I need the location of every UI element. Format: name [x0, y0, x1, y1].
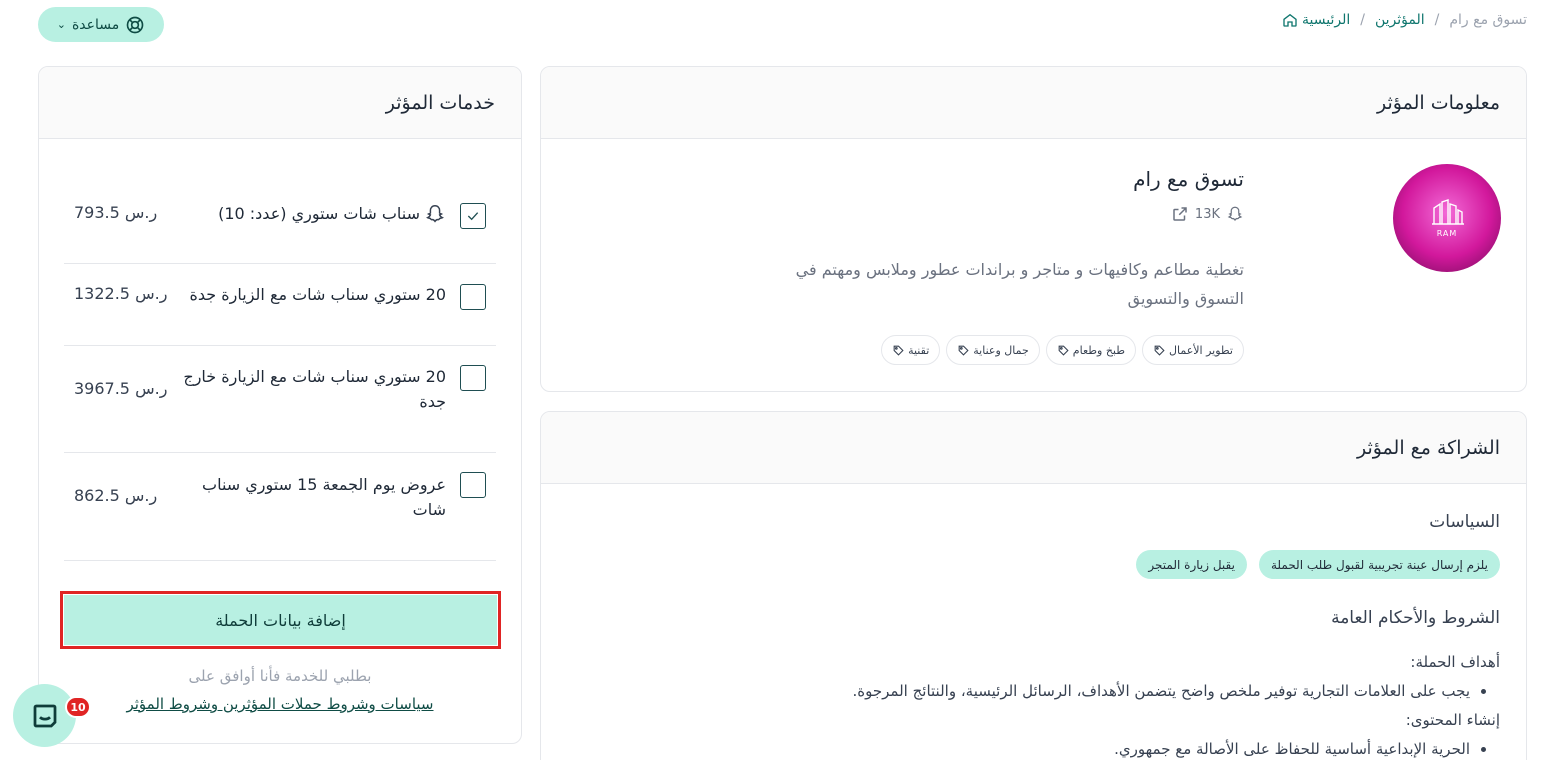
policies-title: السياسات — [1429, 512, 1500, 532]
avatar-logo-text: RAM — [1436, 229, 1458, 238]
tag-label: تطوير الأعمال — [1169, 343, 1233, 357]
breadcrumb-separator: / — [1360, 12, 1365, 28]
service-label: 20 ستوري سناب شات مع الزيارة خارج جدة — [171, 364, 446, 414]
service-checkbox[interactable] — [460, 284, 486, 310]
help-button[interactable]: مساعدة ⌄ — [38, 7, 164, 42]
external-link-icon[interactable] — [1171, 205, 1189, 223]
influencer-info-card: معلومات المؤثر RAM تسوق مع رام 13K تغطية… — [540, 66, 1527, 392]
tag-chip: تطوير الأعمال — [1142, 335, 1244, 365]
influencer-bio: تغطية مطاعم وكافيهات و متاجر و براندات ع… — [795, 260, 1244, 308]
service-checkbox[interactable] — [460, 472, 486, 498]
influencer-stats: 13K — [1171, 205, 1244, 223]
influencer-tags: تطوير الأعمال طبخ وطعام جمال وعناية تقني… — [881, 335, 1244, 365]
service-label-text: سناب شات ستوري (عدد: 10) — [218, 204, 420, 223]
snapchat-icon — [426, 204, 444, 223]
tag-chip: جمال وعناية — [946, 335, 1040, 365]
service-item[interactable]: 20 ستوري سناب شات مع الزيارة جدة 1322.5 … — [64, 264, 496, 346]
service-item[interactable]: سناب شات ستوري (عدد: 10) 793.5 ر.س — [64, 165, 496, 264]
breadcrumb-separator: / — [1434, 12, 1440, 28]
policies-list: يلزم إرسال عينة تجريبية لقبول طلب الحملة… — [1136, 550, 1500, 579]
goals-item: يجب على العلامات التجارية توفير ملخص واض… — [600, 677, 1471, 706]
influencer-name: تسوق مع رام — [1133, 167, 1244, 191]
service-checkbox[interactable] — [460, 365, 486, 391]
chat-icon — [33, 704, 56, 727]
home-icon — [1283, 13, 1297, 27]
service-price: 1322.5 ر.س — [74, 284, 168, 303]
followers-count: 13K — [1194, 206, 1220, 222]
tag-chip: تقنية — [881, 335, 941, 365]
partnership-card: الشراكة مع المؤثر السياسات يلزم إرسال عي… — [540, 411, 1527, 760]
check-icon — [467, 212, 479, 221]
service-item[interactable]: عروض يوم الجمعة 15 ستوري سناب شات 862.5 … — [64, 453, 496, 561]
services-title: خدمات المؤثر — [39, 67, 521, 139]
breadcrumb-home[interactable]: الرئيسية — [1282, 12, 1350, 28]
lifebuoy-icon — [126, 16, 144, 33]
content-item: الحرية الإبداعية أساسية للحفاظ على الأصا… — [600, 735, 1470, 760]
building-logo-icon — [1432, 199, 1464, 225]
terms-link[interactable]: سياسات وشروط حملات المؤثرين وشروط المؤثر — [39, 695, 521, 713]
breadcrumb: الرئيسية / المؤثرين / تسوق مع رام — [1282, 12, 1527, 28]
tag-icon — [1154, 345, 1165, 356]
service-item[interactable]: 20 ستوري سناب شات مع الزيارة خارج جدة 39… — [64, 346, 496, 453]
goals-heading: أهداف الحملة: — [1410, 653, 1500, 671]
agree-text: بطلبي للخدمة فأنا أوافق على — [188, 667, 372, 685]
influencer-info-title: معلومات المؤثر — [541, 67, 1526, 139]
tag-icon — [958, 345, 969, 356]
chevron-down-icon: ⌄ — [56, 18, 66, 31]
service-price: 3967.5 ر.س — [74, 379, 168, 398]
chat-unread-badge: 10 — [65, 696, 91, 718]
tag-chip: طبخ وطعام — [1045, 335, 1136, 365]
partnership-title: الشراكة مع المؤثر — [541, 412, 1526, 484]
policy-badge: يلزم إرسال عينة تجريبية لقبول طلب الحملة — [1258, 550, 1500, 579]
service-label: 20 ستوري سناب شات مع الزيارة جدة — [171, 282, 446, 307]
terms-content: أهداف الحملة: يجب على العلامات التجارية … — [600, 648, 1501, 760]
tag-label: جمال وعناية — [973, 343, 1029, 357]
add-campaign-data-highlight: إضافة بيانات الحملة — [60, 591, 501, 649]
service-checkbox[interactable] — [460, 203, 486, 229]
influencer-services-card: خدمات المؤثر سناب شات ستوري (عدد: 10) 79… — [38, 66, 522, 744]
snapchat-icon — [1227, 206, 1243, 222]
breadcrumb-home-label: الرئيسية — [1302, 12, 1351, 28]
content-heading: إنشاء المحتوى: — [1405, 711, 1500, 729]
service-label: سناب شات ستوري (عدد: 10) — [171, 201, 446, 226]
avatar: RAM — [1393, 164, 1501, 272]
tag-label: طبخ وطعام — [1072, 343, 1125, 357]
help-label: مساعدة — [71, 16, 120, 33]
service-price: 862.5 ر.س — [74, 486, 158, 505]
tag-icon — [1058, 345, 1069, 356]
tag-icon — [893, 345, 904, 356]
service-label-text: عروض يوم الجمعة 15 ستوري سناب شات — [202, 475, 446, 519]
service-label: عروض يوم الجمعة 15 ستوري سناب شات — [171, 472, 446, 522]
terms-title: الشروط والأحكام العامة — [1331, 608, 1500, 628]
tag-label: تقنية — [908, 343, 930, 357]
service-price: 793.5 ر.س — [74, 203, 158, 222]
policy-badge: يقبل زيارة المتجر — [1136, 550, 1247, 579]
service-label-text: 20 ستوري سناب شات مع الزيارة جدة — [189, 285, 446, 304]
breadcrumb-current: تسوق مع رام — [1449, 12, 1527, 28]
chat-button[interactable] — [13, 684, 76, 747]
service-label-text: 20 ستوري سناب شات مع الزيارة خارج جدة — [183, 367, 446, 411]
add-campaign-data-button[interactable]: إضافة بيانات الحملة — [64, 595, 497, 645]
breadcrumb-influencers[interactable]: المؤثرين — [1375, 12, 1425, 28]
